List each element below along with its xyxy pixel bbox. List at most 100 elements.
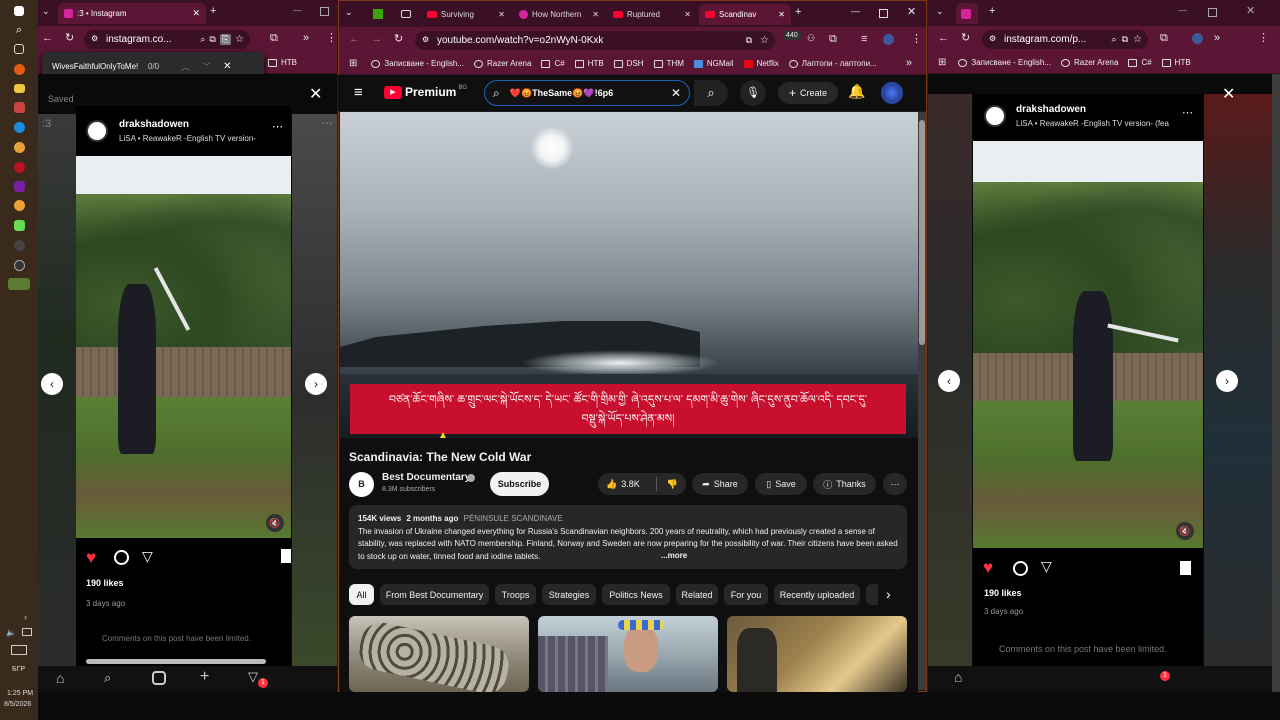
comment-icon[interactable] (1013, 561, 1028, 576)
find-prev-icon[interactable]: ︿ (181, 60, 190, 73)
save-button[interactable]: ▯ Save (755, 473, 807, 495)
minimize-icon[interactable]: — (293, 6, 302, 15)
network-icon[interactable] (22, 628, 32, 636)
avatar[interactable] (86, 120, 108, 142)
center-page-scrollbar[interactable] (918, 112, 926, 690)
maximize-icon[interactable] (879, 9, 888, 18)
bookmark-5[interactable]: THM (653, 59, 684, 68)
create-button[interactable]: + Create (778, 82, 838, 104)
back-icon[interactable]: ← (938, 33, 949, 44)
app-icon-3[interactable] (14, 240, 25, 251)
thumbs-up-icon[interactable]: 👍 (606, 479, 617, 490)
tab-scandinavia[interactable]: Scandinav ✕ (699, 4, 791, 25)
app-icon-2[interactable] (14, 220, 25, 231)
bookmark-htb[interactable]: HTB (268, 58, 297, 67)
tab-close-icon[interactable]: ✕ (592, 10, 599, 19)
tab-close-icon[interactable]: ✕ (778, 10, 785, 19)
window-close-icon[interactable]: ✕ (907, 7, 916, 18)
extensions-icon[interactable]: ⧉ (270, 33, 278, 44)
post-video[interactable]: 🔇 (76, 156, 291, 538)
new-tab-icon[interactable]: + (795, 7, 801, 18)
bookmark-star-icon[interactable]: ☆ (760, 35, 769, 46)
chip-all[interactable]: All (349, 584, 374, 605)
volume-icon[interactable]: 🔈 (6, 628, 16, 637)
onenote-icon[interactable] (14, 181, 25, 192)
channel-name[interactable]: Best Documentary (382, 472, 470, 483)
tab-search-chevron-icon[interactable]: ⌄ (936, 7, 944, 16)
menu-icon[interactable]: ⋮ (1258, 33, 1269, 44)
maximize-icon[interactable] (1208, 8, 1217, 17)
home-icon[interactable]: ⌂ (56, 670, 64, 686)
like-heart-icon[interactable]: ♥ (983, 558, 993, 578)
next-post-button[interactable]: › (1216, 370, 1238, 392)
voice-search-button[interactable]: 🎙 (740, 80, 766, 106)
chrome-active-icon[interactable] (8, 278, 30, 290)
chip-troops[interactable]: Troops (495, 584, 536, 605)
prev-post-button[interactable]: ‹ (938, 370, 960, 392)
search-box[interactable]: ⌕ ❤️😡TheSame😡💜!6р6 ✕ (484, 80, 690, 106)
clock-time[interactable]: 1:25 PM (7, 690, 33, 697)
video-player[interactable]: བཙན་ཆོང་གཞིས་ ཆ་གྲུང་ལང་སྐེ་ཡོངས་ད་ དེ་ཡ… (340, 112, 918, 438)
hamburger-menu-icon[interactable]: ≡ (354, 84, 363, 101)
chrome-icon[interactable] (14, 142, 25, 153)
bookmark-8[interactable]: Лаптопи - лаптопи... (788, 59, 877, 68)
post-options-icon[interactable]: ⋯ (272, 120, 283, 133)
likes-count[interactable]: 190 likes (86, 578, 124, 588)
chip-for-you[interactable]: For you (724, 584, 768, 605)
more-bookmarks-icon[interactable]: » (906, 58, 912, 69)
reload-icon[interactable]: ↻ (65, 33, 74, 44)
horizontal-scrollbar[interactable] (86, 659, 266, 664)
bookmark-1[interactable]: Razer Arena (473, 59, 531, 68)
chip-from-channel[interactable]: From Best Documentary (380, 584, 489, 605)
hashtag-link[interactable]: PÉNINSULE SCANDINAVE (464, 514, 563, 523)
bookmark-icon[interactable] (1180, 561, 1191, 575)
kick-favicon-icon[interactable] (373, 9, 383, 19)
bookmark-4[interactable]: DSH (613, 59, 644, 68)
recommended-video-1[interactable] (349, 616, 529, 692)
subscribe-button[interactable]: Subscribe (490, 472, 549, 496)
tab-ruptured[interactable]: Ruptured ✕ (607, 4, 697, 25)
notifications-bell-icon[interactable]: 🔔 (848, 83, 865, 100)
comment-icon[interactable] (114, 550, 129, 565)
search-input[interactable]: ❤️😡TheSame😡💜!6р6 (510, 88, 613, 99)
recommended-video-3[interactable] (727, 616, 907, 692)
post-video[interactable]: 🔇 (973, 141, 1203, 548)
search-icon[interactable]: ⌕ (11, 24, 27, 40)
find-input[interactable]: WivesFaithfulOnlyToMe! (52, 62, 144, 71)
tab-close-icon[interactable]: ✕ (684, 10, 691, 19)
extension-badge[interactable]: 440 (783, 31, 801, 40)
keyboard-icon[interactable] (11, 645, 27, 655)
chrome-icon-2[interactable] (14, 200, 25, 211)
avatar[interactable] (984, 105, 1006, 127)
tab-search-chevron-icon[interactable]: ⌄ (345, 8, 353, 17)
post-username[interactable]: drakshadowen (1016, 104, 1086, 115)
post-music[interactable]: LiSA • ReawakeR -English TV version- (119, 134, 256, 143)
find-next-icon[interactable]: ﹀ (202, 60, 211, 73)
back-icon[interactable]: ← (42, 33, 53, 44)
bookmark-6[interactable]: NGMail (693, 59, 734, 68)
new-tab-icon[interactable]: + (210, 6, 216, 17)
chip-strategies[interactable]: Strategies (542, 584, 596, 605)
bookmark-3[interactable]: HTB (574, 59, 604, 68)
chevron-up-icon[interactable]: › (24, 612, 27, 622)
thanks-button[interactable]: ⓘ Thanks (813, 473, 876, 495)
create-icon[interactable]: + (200, 668, 209, 686)
more-actions-button[interactable]: ⋯ (883, 473, 907, 495)
share-button[interactable]: ➦ Share (692, 473, 748, 495)
bookmark-0[interactable]: Записване - English... (958, 58, 1051, 67)
app-icon-4[interactable] (14, 260, 25, 271)
menu-icon[interactable]: ⋮ (326, 33, 337, 44)
media-control-icon[interactable]: ≡ (861, 34, 867, 45)
more-options-icon[interactable]: ⋯ (321, 116, 333, 130)
bookmark-7[interactable]: Netflix (743, 59, 779, 68)
right-page-scrollbar[interactable] (1272, 74, 1280, 692)
clock-date[interactable]: 8/5/2026 (4, 701, 31, 708)
extensions-icon[interactable]: ⧉ (1160, 33, 1168, 44)
likes-count[interactable]: 190 likes (984, 588, 1022, 598)
bookmark-star-icon[interactable]: ☆ (1133, 34, 1142, 45)
chip-related[interactable]: Related (676, 584, 718, 605)
share-page-icon[interactable]: ⧉ (209, 34, 215, 45)
scrollbar-thumb[interactable] (919, 120, 925, 345)
share-icon[interactable]: ▽ (142, 548, 153, 565)
apps-grid-icon[interactable]: ⊞ (938, 57, 946, 68)
